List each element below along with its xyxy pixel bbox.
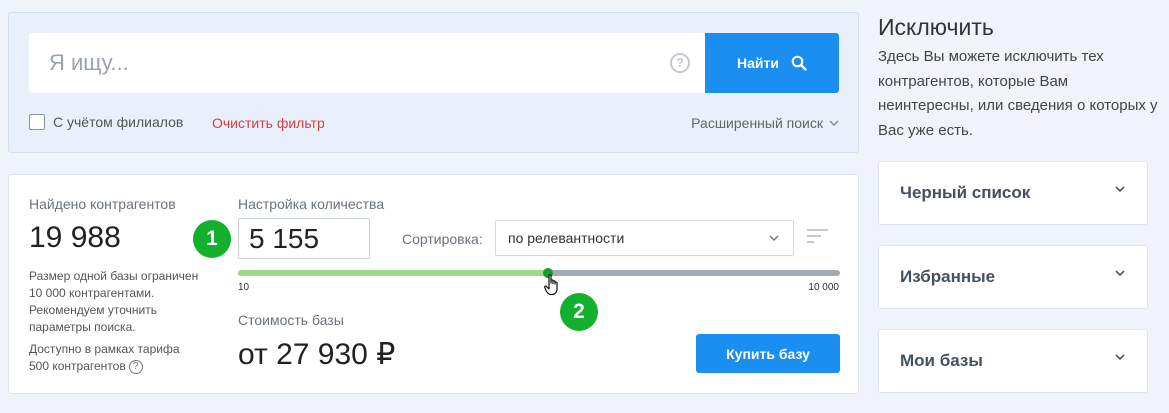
hand-cursor-icon: [544, 274, 558, 296]
accordion-my-bases[interactable]: Мои базы: [878, 329, 1148, 393]
search-button[interactable]: Найти: [705, 33, 839, 93]
found-count: 19 988: [29, 221, 121, 254]
accordion-favorites[interactable]: Избранные: [878, 245, 1148, 309]
slider-max-label: 10 000: [808, 282, 839, 293]
sort-label: Сортировка:: [402, 231, 483, 247]
info-icon[interactable]: ?: [128, 359, 143, 374]
search-button-label: Найти: [737, 55, 779, 71]
tariff-note: Доступно в рамках тарифа 500 контрагенто…: [29, 341, 180, 375]
buy-base-button[interactable]: Купить базу: [696, 334, 840, 373]
cost-label: Стоимость базы: [238, 312, 344, 328]
limit-note-line: Размер одной базы ограничен: [29, 269, 199, 283]
found-label: Найдено контрагентов: [29, 196, 176, 212]
sort-order-icon[interactable]: [807, 228, 829, 244]
chevron-down-icon: [1115, 186, 1125, 192]
search-icon: [791, 55, 807, 71]
accordion-label: Черный список: [900, 183, 1031, 202]
limit-note: Размер одной базы ограничен 10 000 контр…: [29, 268, 198, 336]
tariff-note-count: 500 контрагентов: [29, 359, 126, 373]
filters-row: С учётом филиалов Очистить фильтр Расшир…: [29, 113, 839, 133]
exclude-title: Исключить: [878, 14, 994, 40]
sort-select-value: по релевантности: [508, 230, 625, 246]
advanced-search-toggle[interactable]: Расширенный поиск: [691, 115, 839, 131]
accordion-blacklist[interactable]: Черный список: [878, 161, 1148, 225]
tariff-note-line: Доступно в рамках тарифа: [29, 342, 180, 356]
quantity-label: Настройка количества: [238, 196, 385, 212]
search-box: ?: [29, 33, 705, 93]
branches-checkbox-label[interactable]: С учётом филиалов: [53, 114, 183, 130]
cost-value: от 27 930 ₽: [238, 338, 396, 371]
search-input[interactable]: [29, 33, 659, 93]
slider-min-label: 10: [238, 282, 250, 293]
quantity-input[interactable]: 5 155: [238, 218, 370, 259]
slider-fill: [238, 270, 548, 276]
tariff-note-line: 500 контрагентов?: [29, 358, 180, 375]
step-badge-2: 2: [560, 293, 598, 331]
help-icon[interactable]: ?: [670, 53, 690, 73]
advanced-search-label: Расширенный поиск: [691, 115, 823, 131]
limit-note-line: 10 000 контрагентами.: [29, 286, 155, 300]
step-badge-1: 1: [193, 220, 231, 258]
chevron-down-icon: [829, 120, 839, 126]
limit-note-line: Рекомендуем уточнить: [29, 303, 157, 317]
search-panel: ? Найти С учётом филиалов Очистить фильт…: [8, 12, 859, 153]
results-panel: Найдено контрагентов 19 988 Размер одной…: [8, 174, 859, 394]
chevron-down-icon: [769, 235, 779, 242]
exclude-description: Здесь Вы можете исключить тех контрагент…: [878, 48, 1158, 139]
limit-note-line: параметры поиска.: [29, 320, 136, 334]
accordion-label: Мои базы: [900, 351, 983, 370]
chevron-down-icon: [1115, 354, 1125, 360]
chevron-down-icon: [1115, 270, 1125, 276]
quantity-slider[interactable]: [238, 268, 840, 278]
clear-filter-link[interactable]: Очистить фильтр: [212, 115, 325, 131]
accordion-label: Избранные: [900, 267, 996, 286]
branches-checkbox[interactable]: [29, 114, 45, 130]
sort-select[interactable]: по релевантности: [495, 220, 794, 256]
